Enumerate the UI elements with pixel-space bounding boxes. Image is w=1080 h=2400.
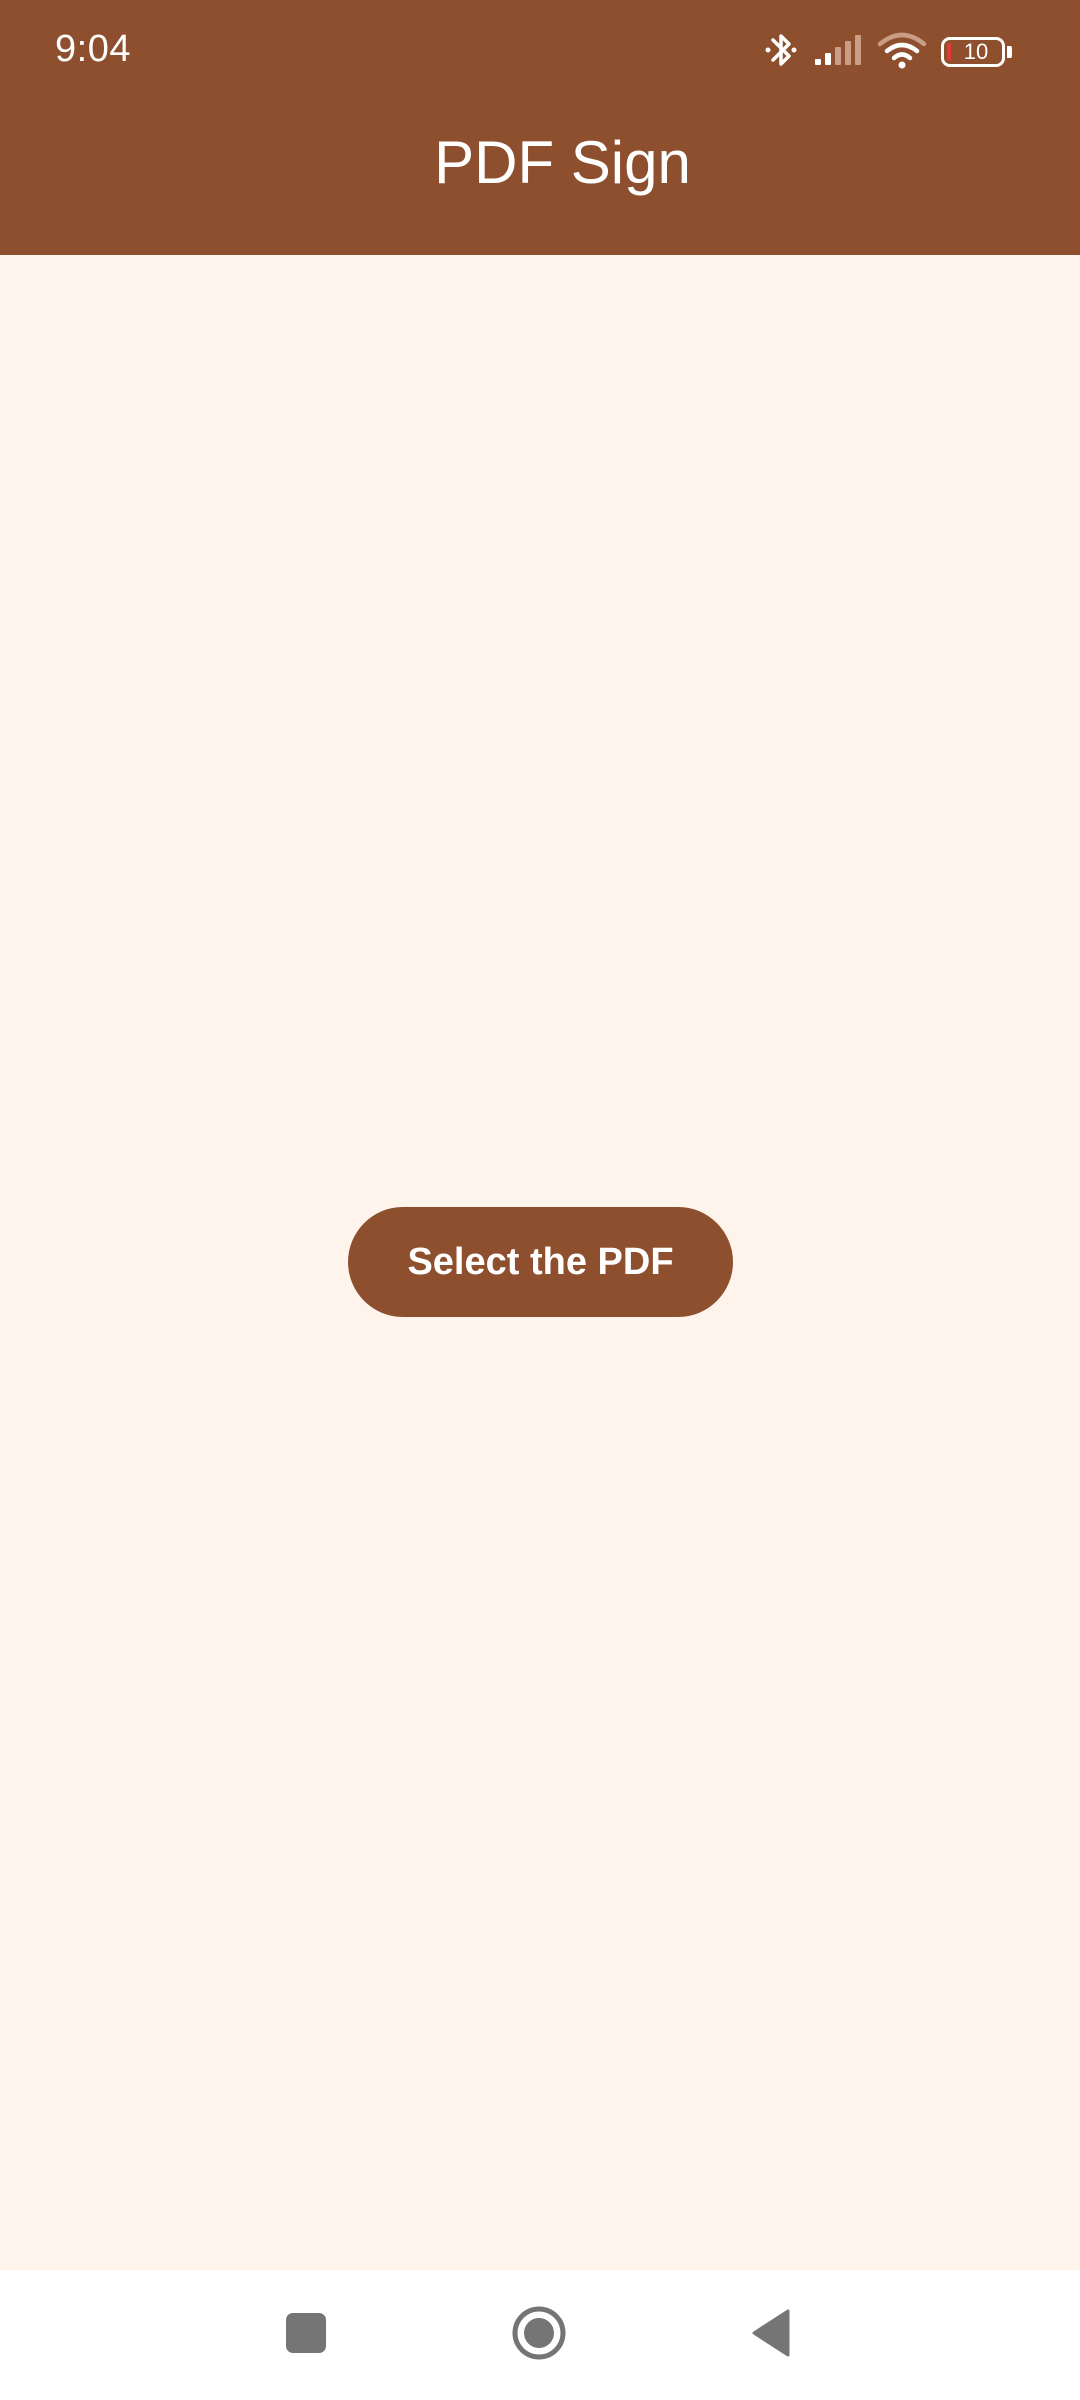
recents-icon <box>284 2311 328 2360</box>
battery-level-fill <box>947 43 951 61</box>
navigation-bar <box>0 2270 1080 2400</box>
back-icon <box>750 2308 794 2363</box>
back-button[interactable] <box>712 2270 832 2400</box>
status-time: 9:04 <box>55 28 131 70</box>
battery-icon: 10 <box>941 37 1005 67</box>
page-title: PDF Sign <box>434 129 691 196</box>
bluetooth-icon <box>763 29 799 76</box>
status-icons: 10 <box>749 28 1012 76</box>
app-bar: 9:04 10 PDF Sign <box>0 0 1080 255</box>
recents-button[interactable] <box>246 2270 366 2400</box>
home-icon <box>510 2304 568 2367</box>
home-button[interactable] <box>479 2270 599 2400</box>
select-pdf-button[interactable]: Select the PDF <box>348 1207 733 1317</box>
battery-level-text: 10 <box>963 39 989 64</box>
signal-icon <box>813 33 863 72</box>
battery-tip <box>1007 46 1012 58</box>
wifi-icon <box>877 30 927 75</box>
